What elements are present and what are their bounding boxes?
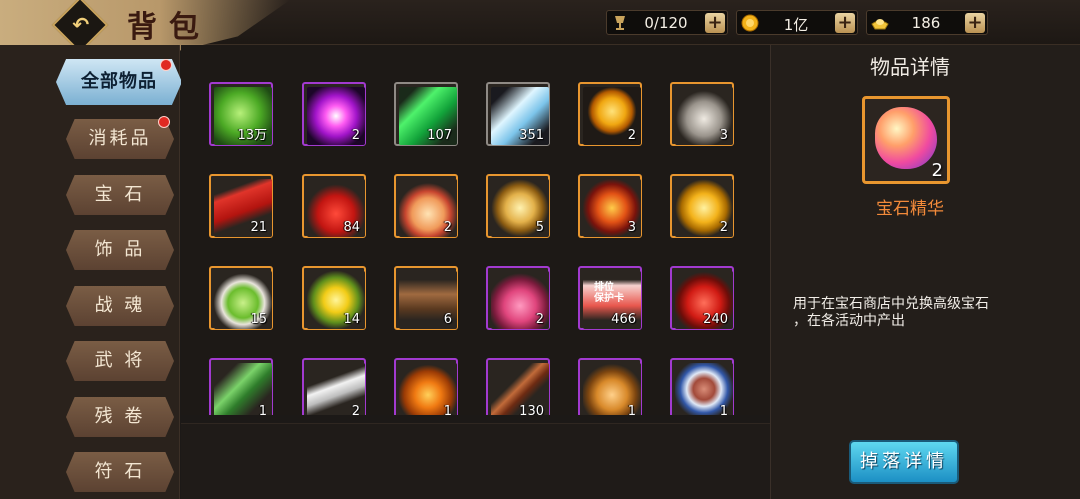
item-count: 351 — [519, 128, 544, 143]
inventory-slot[interactable]: 84 — [302, 174, 366, 238]
tab-consumables[interactable]: 消耗品 — [66, 119, 174, 159]
inventory-slot[interactable]: 排位 保护卡 466 — [578, 266, 642, 330]
trophy-value: 0/120 — [644, 14, 688, 32]
selected-item-count: 2 — [931, 160, 943, 181]
item-count: 240 — [703, 312, 728, 327]
tab-war-souls[interactable]: 战 魂 — [66, 286, 174, 326]
gold-value: 1亿 — [783, 16, 809, 34]
item-count: 1 — [443, 404, 452, 415]
item-description-line: ，在各活动中产出 — [793, 313, 905, 329]
item-count: 2 — [351, 404, 360, 415]
item-count: 1 — [627, 404, 636, 415]
inventory-slot[interactable]: 13万 — [209, 82, 273, 146]
tab-gems[interactable]: 宝 石 — [66, 175, 174, 215]
item-description: 用于在宝石商店中兑换高级宝石 ，在各活动中产出 — [793, 296, 1043, 330]
grid-footer — [181, 423, 770, 499]
item-count: 2 — [627, 128, 636, 143]
item-count: 15 — [250, 312, 267, 327]
inventory-slot[interactable]: 6 — [394, 266, 458, 330]
item-count: 2 — [351, 128, 360, 143]
notification-dot — [160, 59, 172, 71]
item-count: 130 — [519, 404, 544, 415]
inventory-slot[interactable]: 351 — [486, 82, 550, 146]
notification-dot — [158, 116, 170, 128]
tab-generals[interactable]: 武 将 — [66, 341, 174, 381]
inventory-slot[interactable]: 2 — [578, 82, 642, 146]
page-title: 背包 — [127, 10, 211, 45]
tab-runes[interactable]: 符 石 — [66, 452, 174, 492]
ingot-counter: 186 + — [866, 10, 988, 35]
item-count: 2 — [719, 220, 728, 235]
item-description-line: 用于在宝石商店中兑换高级宝石 — [793, 296, 989, 312]
inventory-slot[interactable]: 1 — [209, 358, 273, 415]
tab-fragments[interactable]: 残 卷 — [66, 397, 174, 437]
item-count: 6 — [443, 312, 452, 327]
back-arrow-icon: ↶ — [72, 12, 90, 37]
add-trophy-button[interactable]: + — [705, 13, 725, 33]
inventory-slot[interactable]: 1 — [578, 358, 642, 415]
item-count: 21 — [250, 220, 267, 235]
item-count: 2 — [443, 220, 452, 235]
inventory-slot[interactable]: 2 — [302, 358, 366, 415]
inventory-slot[interactable]: 3 — [670, 82, 734, 146]
tab-accessories[interactable]: 饰 品 — [66, 230, 174, 270]
inventory-slot[interactable]: 2 — [394, 174, 458, 238]
drop-details-button[interactable]: 掉落详情 — [849, 440, 959, 484]
item-count: 466 — [611, 312, 636, 327]
inventory-slot[interactable]: 5 — [486, 174, 550, 238]
gem-essence-icon — [875, 107, 937, 169]
gold-counter: 1亿 + — [736, 10, 858, 35]
ingot-icon — [871, 19, 889, 30]
inventory-slot[interactable]: 107 — [394, 82, 458, 146]
add-gold-button[interactable]: + — [835, 13, 855, 33]
item-count: 13万 — [237, 128, 267, 143]
inventory-slot[interactable]: 21 — [209, 174, 273, 238]
item-count: 3 — [719, 128, 728, 143]
detail-title: 物品详情 — [870, 55, 950, 79]
selected-item-slot: 2 — [862, 96, 950, 184]
trophy-icon — [615, 16, 625, 30]
inventory-slot[interactable]: 1 — [670, 358, 734, 415]
inventory-slot[interactable]: 2 — [486, 266, 550, 330]
ingot-value: 186 — [911, 14, 941, 32]
item-count: 3 — [627, 220, 636, 235]
item-count: 1 — [719, 404, 728, 415]
item-count: 1 — [258, 404, 267, 415]
item-count: 14 — [343, 312, 360, 327]
item-count: 5 — [535, 220, 544, 235]
inventory-slot[interactable]: 15 — [209, 266, 273, 330]
item-card-label: 排位 保护卡 — [594, 282, 624, 304]
item-detail-panel: 物品详情 2 宝石精华 用于在宝石商店中兑换高级宝石 ，在各活动中产出 掉落详情 — [770, 45, 1080, 499]
item-count: 84 — [343, 220, 360, 235]
inventory-slot[interactable]: 130 — [486, 358, 550, 415]
add-ingot-button[interactable]: + — [965, 13, 985, 33]
inventory-slot[interactable]: 3 — [578, 174, 642, 238]
selected-item-name: 宝石精华 — [876, 199, 944, 219]
category-sidebar: 全部物品 消耗品 宝 石 饰 品 战 魂 武 将 残 卷 符 石 — [0, 45, 182, 499]
gold-coin-icon — [741, 14, 759, 32]
inventory-slot[interactable]: 14 — [302, 266, 366, 330]
inventory-slot[interactable]: 240 — [670, 266, 734, 330]
inventory-slot[interactable]: 1 — [394, 358, 458, 415]
item-count: 107 — [427, 128, 452, 143]
top-bar: ↶ 背包 0/120 + 1亿 + 186 + — [0, 0, 1080, 54]
inventory-grid: 13万 2 107 351 2 3 21 84 2 5 3 2 15 14 6 2 排位 保护卡 466 240 1 2… — [181, 45, 770, 415]
inventory-slot[interactable]: 2 — [670, 174, 734, 238]
trophy-counter: 0/120 + — [606, 10, 728, 35]
item-count: 2 — [535, 312, 544, 327]
inventory-slot[interactable]: 2 — [302, 82, 366, 146]
